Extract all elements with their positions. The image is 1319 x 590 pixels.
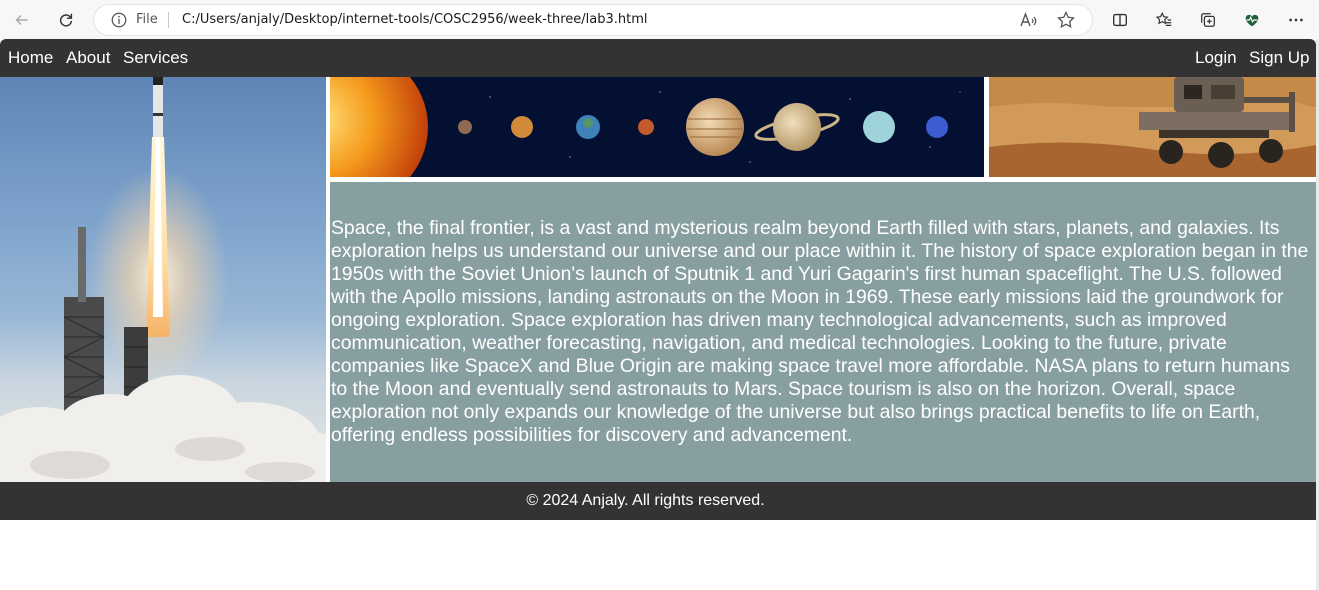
address-separator — [168, 12, 169, 28]
nav-services-link[interactable]: Services — [123, 48, 188, 68]
browser-toolbar: File C:/Users/anjaly/Desktop/internet-to… — [0, 0, 1319, 39]
address-bar[interactable]: File C:/Users/anjaly/Desktop/internet-to… — [94, 5, 1092, 35]
url-text[interactable]: C:/Users/anjaly/Desktop/internet-tools/C… — [182, 12, 648, 27]
info-icon[interactable] — [110, 11, 128, 29]
footer-copyright: © 2024 Anjaly. All rights reserved. — [526, 492, 765, 509]
favorite-star-icon[interactable] — [1056, 10, 1076, 30]
nav-login-link[interactable]: Login — [1195, 48, 1237, 68]
web-page: Home About Services Login Sign Up Space,… — [0, 39, 1316, 590]
mars-rover-image — [989, 77, 1316, 177]
nav-signup-link[interactable]: Sign Up — [1249, 48, 1309, 68]
more-icon[interactable] — [1282, 6, 1310, 34]
content-paragraph: Space, the final frontier, is a vast and… — [331, 217, 1309, 446]
navbar: Home About Services Login Sign Up — [0, 39, 1316, 77]
footer: © 2024 Anjaly. All rights reserved. — [0, 482, 1316, 520]
nav-about-link[interactable]: About — [66, 48, 110, 68]
rocket-launch-image — [0, 77, 326, 482]
refresh-icon[interactable] — [52, 6, 80, 34]
collections-icon[interactable] — [1194, 6, 1222, 34]
nav-home-link[interactable]: Home — [8, 48, 53, 68]
split-screen-icon[interactable] — [1106, 6, 1134, 34]
file-label: File — [136, 12, 158, 27]
solar-system-image — [330, 77, 984, 177]
read-aloud-icon[interactable] — [1018, 10, 1038, 30]
content-section: Space, the final frontier, is a vast and… — [330, 182, 1316, 482]
performance-icon[interactable] — [1238, 6, 1266, 34]
favorites-icon[interactable] — [1150, 6, 1178, 34]
back-icon[interactable] — [8, 6, 36, 34]
